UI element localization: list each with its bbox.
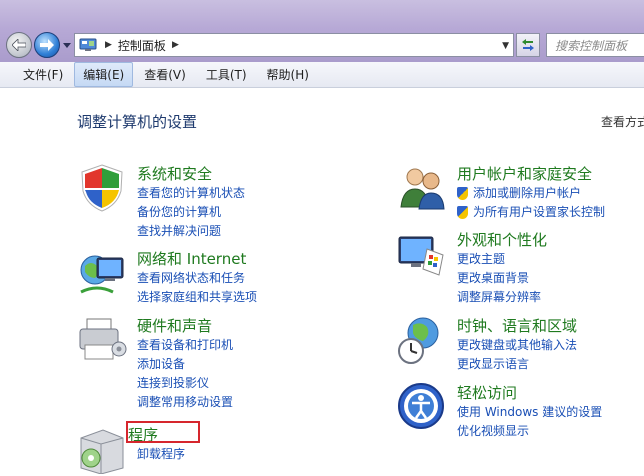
page-title: 调整计算机的设置 bbox=[77, 113, 198, 131]
link-display-language[interactable]: 更改显示语言 bbox=[457, 355, 577, 374]
monitor-palette-icon[interactable] bbox=[397, 229, 447, 279]
users-icon[interactable] bbox=[397, 163, 447, 213]
link-connect-projector[interactable]: 连接到投影仪 bbox=[137, 374, 233, 393]
address-dropdown-icon[interactable]: ▼ bbox=[502, 41, 509, 51]
category-title-appearance[interactable]: 外观和个性化 bbox=[457, 229, 547, 250]
history-dropdown-icon[interactable] bbox=[62, 41, 72, 49]
menu-bar: 文件(F) 编辑(E) 查看(V) 工具(T) 帮助(H) bbox=[0, 62, 644, 88]
category-title-ease[interactable]: 轻松访问 bbox=[457, 382, 517, 403]
breadcrumb-separator[interactable]: ▶ bbox=[172, 40, 179, 50]
category-title-users[interactable]: 用户帐户和家庭安全 bbox=[457, 163, 592, 184]
link-add-remove-accounts[interactable]: 添加或删除用户帐户 bbox=[457, 184, 605, 203]
link-add-device[interactable]: 添加设备 bbox=[137, 355, 233, 374]
refresh-button[interactable] bbox=[516, 33, 540, 57]
link-optimize-display[interactable]: 优化视频显示 bbox=[457, 422, 602, 441]
link-parental-controls[interactable]: 为所有用户设置家长控制 bbox=[457, 203, 605, 222]
security-shield-icon[interactable] bbox=[77, 163, 127, 213]
breadcrumb-control-panel[interactable]: 控制面板 bbox=[118, 37, 166, 54]
search-box[interactable]: 搜索控制面板 bbox=[546, 33, 644, 57]
address-bar[interactable]: ▶ 控制面板 ▶ ▼ bbox=[74, 33, 514, 57]
menu-tools[interactable]: 工具(T) bbox=[197, 62, 256, 87]
menu-file[interactable]: 文件(F) bbox=[14, 62, 72, 87]
forward-button[interactable] bbox=[34, 32, 60, 58]
globe-clock-icon[interactable] bbox=[397, 315, 447, 365]
link-change-theme[interactable]: 更改主题 bbox=[457, 250, 541, 269]
link-view-computer-status[interactable]: 查看您的计算机状态 bbox=[137, 184, 245, 203]
link-desktop-background[interactable]: 更改桌面背景 bbox=[457, 269, 541, 288]
link-devices-printers[interactable]: 查看设备和打印机 bbox=[137, 336, 233, 355]
link-recommended-settings[interactable]: 使用 Windows 建议的设置 bbox=[457, 403, 602, 422]
printer-icon[interactable] bbox=[77, 315, 127, 365]
category-title-hardware[interactable]: 硬件和声音 bbox=[137, 315, 212, 336]
programs-box-icon[interactable] bbox=[77, 424, 127, 474]
search-placeholder: 搜索控制面板 bbox=[555, 38, 628, 53]
category-title-clock[interactable]: 时钟、语言和区域 bbox=[457, 315, 577, 336]
control-panel-icon bbox=[79, 38, 97, 51]
annotation-highlight-box bbox=[126, 421, 200, 443]
link-network-status[interactable]: 查看网络状态和任务 bbox=[137, 269, 257, 288]
category-title-network[interactable]: 网络和 Internet bbox=[137, 248, 246, 269]
back-button[interactable] bbox=[6, 32, 32, 58]
network-globe-icon[interactable] bbox=[77, 248, 127, 298]
ease-of-access-icon[interactable] bbox=[397, 382, 447, 432]
category-title-system[interactable]: 系统和安全 bbox=[137, 163, 212, 184]
link-uninstall-program[interactable]: 卸载程序 bbox=[137, 445, 185, 464]
arrow-left-icon bbox=[12, 39, 26, 51]
menu-edit[interactable]: 编辑(E) bbox=[74, 62, 134, 87]
arrow-right-icon bbox=[40, 39, 54, 51]
link-backup-computer[interactable]: 备份您的计算机 bbox=[137, 203, 245, 222]
link-screen-resolution[interactable]: 调整屏幕分辨率 bbox=[457, 288, 541, 307]
window-titlebar: ▶ 控制面板 ▶ ▼ 搜索控制面板 bbox=[0, 0, 644, 62]
refresh-icon bbox=[522, 39, 534, 51]
link-change-keyboard[interactable]: 更改键盘或其他输入法 bbox=[457, 336, 577, 355]
view-by-label[interactable]: 查看方式 bbox=[601, 113, 644, 130]
link-mobility-settings[interactable]: 调整常用移动设置 bbox=[137, 393, 233, 412]
menu-help[interactable]: 帮助(H) bbox=[258, 62, 318, 87]
link-troubleshoot[interactable]: 查找并解决问题 bbox=[137, 222, 245, 241]
link-homegroup-sharing[interactable]: 选择家庭组和共享选项 bbox=[137, 288, 257, 307]
breadcrumb-separator[interactable]: ▶ bbox=[105, 40, 112, 50]
menu-view[interactable]: 查看(V) bbox=[135, 62, 195, 87]
